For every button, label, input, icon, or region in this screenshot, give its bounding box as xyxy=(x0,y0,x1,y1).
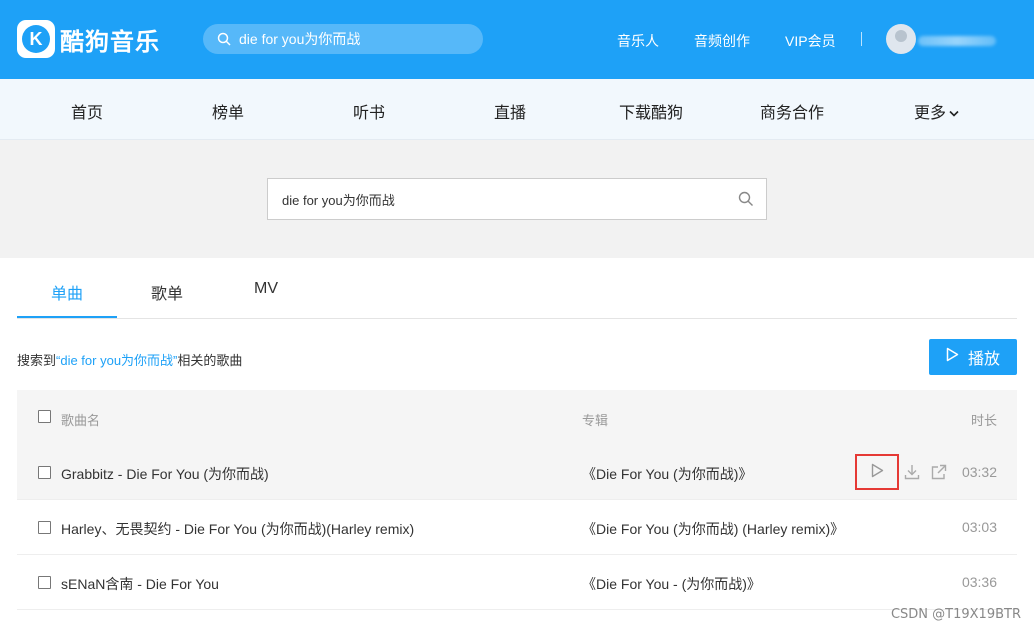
album-name[interactable]: 《Die For You - (为你而战)》 xyxy=(582,574,761,594)
header-album: 专辑 xyxy=(582,413,609,428)
table-row[interactable]: Harley、无畏契约 - Die For You (为你而战)(Harley … xyxy=(17,500,1017,555)
nav-charts[interactable]: 榜单 xyxy=(212,99,244,123)
username-redacted[interactable] xyxy=(918,36,996,46)
result-keyword: “die for you为你而战” xyxy=(56,353,178,368)
song-table: 歌曲名 专辑 时长 Grabbitz - Die For You (为你而战) … xyxy=(17,390,1017,610)
nav-home[interactable]: 首页 xyxy=(71,99,103,123)
nav-live[interactable]: 直播 xyxy=(494,99,526,123)
header-divider xyxy=(861,32,862,46)
row-checkbox[interactable] xyxy=(38,521,51,534)
search-icon[interactable] xyxy=(726,191,766,207)
play-icon xyxy=(871,463,884,481)
link-audio-creation[interactable]: 音频创作 xyxy=(694,31,750,51)
row-checkbox[interactable] xyxy=(38,466,51,479)
share-icon[interactable] xyxy=(930,463,948,481)
song-duration: 03:03 xyxy=(961,519,997,535)
header-song-name: 歌曲名 xyxy=(61,413,101,428)
nav-more[interactable]: 更多 xyxy=(914,99,959,123)
brand-name: 酷狗音乐 xyxy=(60,28,160,56)
chevron-down-icon xyxy=(949,105,959,123)
header-duration: 时长 xyxy=(970,413,997,428)
song-duration: 03:32 xyxy=(961,464,997,480)
nav-audiobooks[interactable]: 听书 xyxy=(353,99,385,123)
album-name[interactable]: 《Die For You (为你而战) (Harley remix)》 xyxy=(582,519,844,539)
result-summary: 搜索到“die for you为你而战”相关的歌曲 xyxy=(17,350,242,369)
search-icon xyxy=(217,32,231,46)
select-all-checkbox[interactable] xyxy=(38,410,51,423)
logo-icon: K xyxy=(17,20,55,58)
row-play-button[interactable] xyxy=(855,454,899,490)
nav-more-label: 更多 xyxy=(914,105,947,122)
nav-business[interactable]: 商务合作 xyxy=(760,99,824,123)
tab-singles[interactable]: 单曲 xyxy=(51,280,83,304)
result-suffix: 相关的歌曲 xyxy=(177,353,243,368)
song-duration: 03:36 xyxy=(961,574,997,590)
top-header: K 酷狗音乐 音乐人 音频创作 VIP会员 xyxy=(0,0,1034,79)
play-all-label: 播放 xyxy=(967,351,1000,368)
header-search-input[interactable] xyxy=(239,31,469,47)
table-header: 歌曲名 专辑 时长 xyxy=(17,390,1017,445)
download-icon[interactable] xyxy=(903,463,921,481)
result-prefix: 搜索到 xyxy=(17,353,57,368)
header-search-box[interactable] xyxy=(203,24,483,54)
play-icon xyxy=(946,347,968,367)
avatar[interactable] xyxy=(886,24,916,54)
main-search-box[interactable] xyxy=(267,178,767,220)
header-links: 音乐人 音频创作 VIP会员 xyxy=(617,31,871,51)
main-nav: 首页 榜单 听书 直播 下载酷狗 商务合作 更多 xyxy=(0,79,1034,140)
nav-download[interactable]: 下载酷狗 xyxy=(619,99,683,123)
link-vip[interactable]: VIP会员 xyxy=(785,31,836,51)
result-tabs: 单曲 歌单 MV xyxy=(17,258,1017,319)
watermark: CSDN @T19X19BTR xyxy=(890,607,1021,622)
song-name[interactable]: Grabbitz - Die For You (为你而战) xyxy=(61,464,269,484)
tab-playlists[interactable]: 歌单 xyxy=(151,280,183,304)
song-name[interactable]: Harley、无畏契约 - Die For You (为你而战)(Harley … xyxy=(61,519,414,539)
link-musician[interactable]: 音乐人 xyxy=(617,31,659,51)
song-name[interactable]: sENaN含南 - Die For You xyxy=(61,574,219,594)
row-checkbox[interactable] xyxy=(38,576,51,589)
search-section xyxy=(0,140,1034,258)
album-name[interactable]: 《Die For You (为你而战)》 xyxy=(582,464,752,484)
tab-mv[interactable]: MV xyxy=(254,280,278,298)
main-search-input[interactable] xyxy=(268,179,726,219)
row-actions xyxy=(855,454,948,490)
table-row[interactable]: Grabbitz - Die For You (为你而战) 《Die For Y… xyxy=(17,445,1017,500)
active-tab-indicator xyxy=(17,316,117,318)
table-row[interactable]: sENaN含南 - Die For You 《Die For You - (为你… xyxy=(17,555,1017,610)
logo[interactable]: K 酷狗音乐 xyxy=(17,20,160,58)
play-all-button[interactable]: 播放 xyxy=(929,339,1017,375)
